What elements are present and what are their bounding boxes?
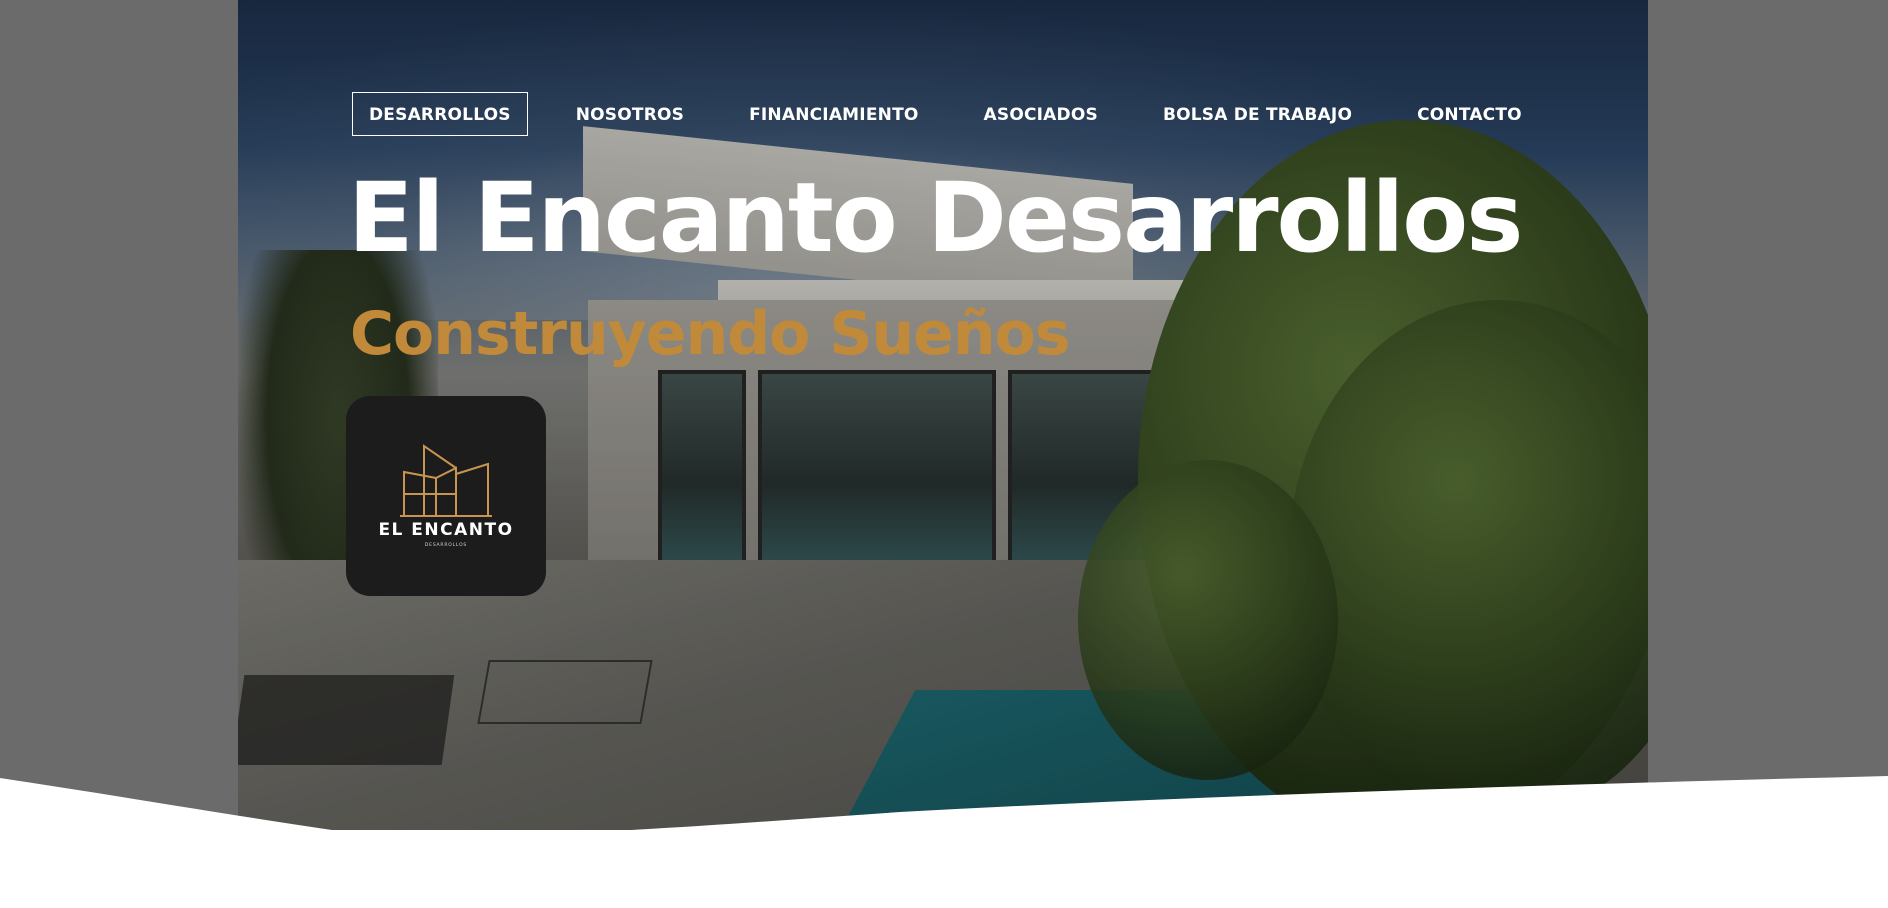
nav-item-asociados[interactable]: ASOCIADOS [967, 92, 1115, 136]
nav-item-desarrollos[interactable]: DESARROLLOS [352, 92, 528, 136]
bottom-wave-divider [0, 776, 1888, 908]
nav-item-contacto[interactable]: CONTACTO [1400, 92, 1539, 136]
building-outline-icon [400, 444, 492, 517]
page: DESARROLLOS NOSOTROS FINANCIAMIENTO ASOC… [0, 0, 1888, 908]
brand-logo[interactable]: EL ENCANTO DESARROLLOS [346, 396, 546, 596]
logo-tagline: DESARROLLOS [424, 543, 468, 548]
nav-item-financiamiento[interactable]: FINANCIAMIENTO [732, 92, 935, 136]
main-navigation: DESARROLLOS NOSOTROS FINANCIAMIENTO ASOC… [352, 92, 1539, 136]
page-title: El Encanto Desarrollos [348, 162, 1523, 274]
nav-item-nosotros[interactable]: NOSOTROS [559, 92, 701, 136]
logo-wordmark: EL ENCANTO [378, 520, 514, 540]
nav-item-bolsa-de-trabajo[interactable]: BOLSA DE TRABAJO [1146, 92, 1369, 136]
page-subtitle: Construyendo Sueños [350, 299, 1071, 369]
